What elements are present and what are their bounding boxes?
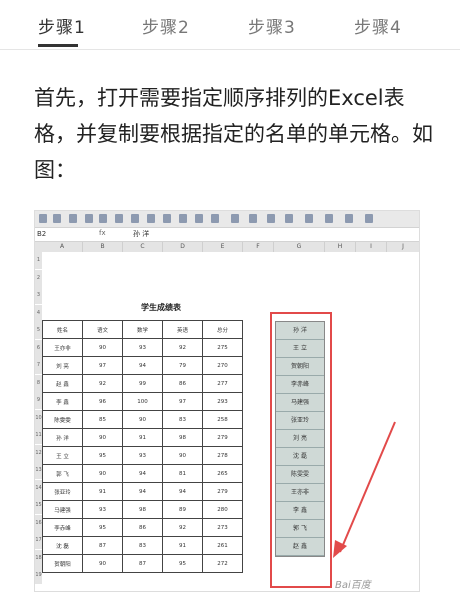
tabs-divider (0, 49, 460, 50)
column-header-i[interactable]: I (356, 242, 387, 252)
red-arrow-icon (333, 421, 396, 558)
fill-icon (179, 214, 187, 223)
align-center-icon (99, 214, 107, 223)
settings-icon (365, 214, 373, 223)
column-header-j[interactable]: J (387, 242, 419, 252)
formula-input[interactable]: 孙 洋 (133, 229, 149, 239)
column-header-h[interactable]: H (325, 242, 356, 252)
align-left-icon (85, 214, 93, 223)
align-right-icon (115, 214, 123, 223)
table-icon (211, 214, 219, 223)
format-icon (69, 214, 77, 223)
column-header-c[interactable]: C (123, 242, 163, 252)
find-icon (345, 214, 353, 223)
chart-icon (305, 214, 313, 223)
tab-step3[interactable]: 步骤3 (248, 13, 296, 38)
border-icon (163, 214, 171, 223)
column-header-d[interactable]: D (163, 242, 203, 252)
tab-step2[interactable]: 步骤2 (142, 13, 190, 38)
formula-bar: B2 fx 孙 洋 (35, 228, 419, 242)
sort-icon (231, 214, 239, 223)
column-header-a[interactable]: A (42, 242, 83, 252)
undo-icon (39, 214, 47, 223)
redo-icon (53, 214, 61, 223)
insert-icon (267, 214, 275, 223)
column-header-e[interactable]: E (203, 242, 243, 252)
active-tab-indicator (38, 44, 78, 47)
column-header-g[interactable]: G (274, 242, 325, 252)
tab-step1[interactable]: 步骤1 (38, 13, 86, 38)
sum-icon (325, 214, 333, 223)
excel-screenshot: B2 fx 孙 洋 A B C D E F G H I J 1234567891… (34, 210, 420, 592)
baidu-watermark: Bai百度 (335, 580, 371, 591)
name-box[interactable]: B2 (37, 230, 46, 238)
ribbon-toolbar (35, 211, 419, 228)
intro-text: 首先，打开需要指定顺序排列的Excel表格，并复制要根据指定的名单的单元格。如图… (34, 86, 433, 182)
column-header-b[interactable]: B (83, 242, 123, 252)
font-color-icon (195, 214, 203, 223)
wrap-icon (147, 214, 155, 223)
column-header-f[interactable]: F (243, 242, 274, 252)
filter-icon (249, 214, 257, 223)
merge-icon (131, 214, 139, 223)
tab-step4[interactable]: 步骤4 (354, 13, 402, 38)
step-tabs: 步骤1 步骤2 步骤3 步骤4 (0, 0, 460, 50)
fx-icon: fx (99, 229, 106, 237)
spreadsheet-grid[interactable]: 1 2 3 4 5 6 7 8 9 10 11 12 13 14 15 16 17 18 19 学生成绩表 姓名 语… (35, 252, 419, 591)
delete-icon (285, 214, 293, 223)
